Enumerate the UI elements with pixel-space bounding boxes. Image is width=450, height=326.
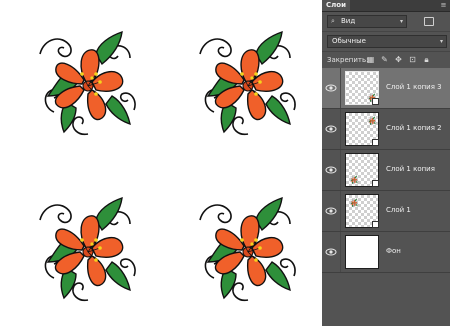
search-icon: ⌕	[331, 17, 335, 25]
flower-thumbnail-icon	[350, 175, 359, 185]
visibility-eye-icon[interactable]	[325, 246, 337, 258]
flower-top-left	[39, 31, 136, 136]
chevron-down-icon: ▾	[399, 18, 403, 25]
flower-top-right	[199, 31, 296, 136]
row-divider	[340, 109, 341, 149]
layer-row[interactable]: Слой 1	[322, 191, 450, 232]
artboard-icon[interactable]: ⊡	[408, 55, 417, 64]
layer-row[interactable]: Слой 1 копия	[322, 150, 450, 191]
smart-object-badge-icon	[372, 139, 379, 146]
row-divider	[340, 191, 341, 231]
filter-kind-label: Вид	[341, 17, 356, 25]
smart-object-badge-icon	[372, 180, 379, 187]
row-divider	[340, 68, 341, 108]
layer-name[interactable]: Слой 1 копия	[386, 164, 435, 175]
flower-bottom-right	[199, 197, 296, 302]
layers-panel: Слои ≡ ⌕ Вид ▾ Обычные ▾ Закрепить: ▦ ✎ …	[322, 0, 450, 326]
filter-image-icon[interactable]	[424, 17, 434, 26]
blend-mode-label: Обычные	[332, 37, 366, 45]
row-divider	[340, 232, 341, 272]
row-divider	[340, 150, 341, 190]
layer-name[interactable]: Фон	[386, 246, 401, 257]
flower-bottom-left	[39, 197, 136, 302]
visibility-eye-icon[interactable]	[325, 82, 337, 94]
layer-thumbnail	[345, 112, 379, 146]
layer-row[interactable]: Фон	[322, 232, 450, 273]
blend-row: Обычные ▾	[322, 31, 450, 51]
layer-thumbnail	[345, 71, 379, 105]
document-canvas[interactable]	[0, 0, 322, 326]
tab-layers[interactable]: Слои	[322, 0, 350, 11]
visibility-eye-icon[interactable]	[325, 123, 337, 135]
lock-position-icon[interactable]: ✥	[394, 55, 403, 64]
chevron-down-icon: ▾	[439, 38, 443, 45]
filter-row: ⌕ Вид ▾	[322, 13, 450, 30]
layer-thumbnail	[345, 194, 379, 228]
panel-tab-bar: Слои ≡	[322, 0, 450, 12]
layer-name[interactable]: Слой 1 копия 2	[386, 123, 442, 134]
flower-thumbnail-icon	[368, 116, 377, 126]
smart-object-badge-icon	[372, 98, 379, 105]
visibility-eye-icon[interactable]	[325, 164, 337, 176]
smart-object-badge-icon	[372, 221, 379, 228]
panel-menu-icon[interactable]: ≡	[440, 2, 447, 9]
layer-row[interactable]: Слой 1 копия 2	[322, 109, 450, 150]
filter-kind-select[interactable]: ⌕ Вид ▾	[327, 15, 407, 28]
layer-thumbnail	[345, 153, 379, 187]
flower-thumbnail-icon	[350, 198, 359, 208]
lock-image-icon[interactable]: ✎	[380, 55, 389, 64]
layers-list: Слой 1 копия 3 Слой 1 копия 2 Слой 1 коп…	[322, 68, 450, 326]
lock-row: Закрепить: ▦ ✎ ✥ ⊡ 🔒︎	[322, 51, 450, 69]
lock-transparent-icon[interactable]: ▦	[366, 55, 375, 64]
layer-thumbnail	[345, 235, 379, 269]
lock-all-icon[interactable]: 🔒︎	[422, 55, 431, 64]
layer-name[interactable]: Слой 1	[386, 205, 411, 216]
layer-name[interactable]: Слой 1 копия 3	[386, 82, 442, 93]
layer-row[interactable]: Слой 1 копия 3	[322, 68, 450, 109]
lock-label: Закрепить:	[327, 56, 369, 64]
blend-mode-select[interactable]: Обычные ▾	[327, 35, 447, 48]
visibility-eye-icon[interactable]	[325, 205, 337, 217]
